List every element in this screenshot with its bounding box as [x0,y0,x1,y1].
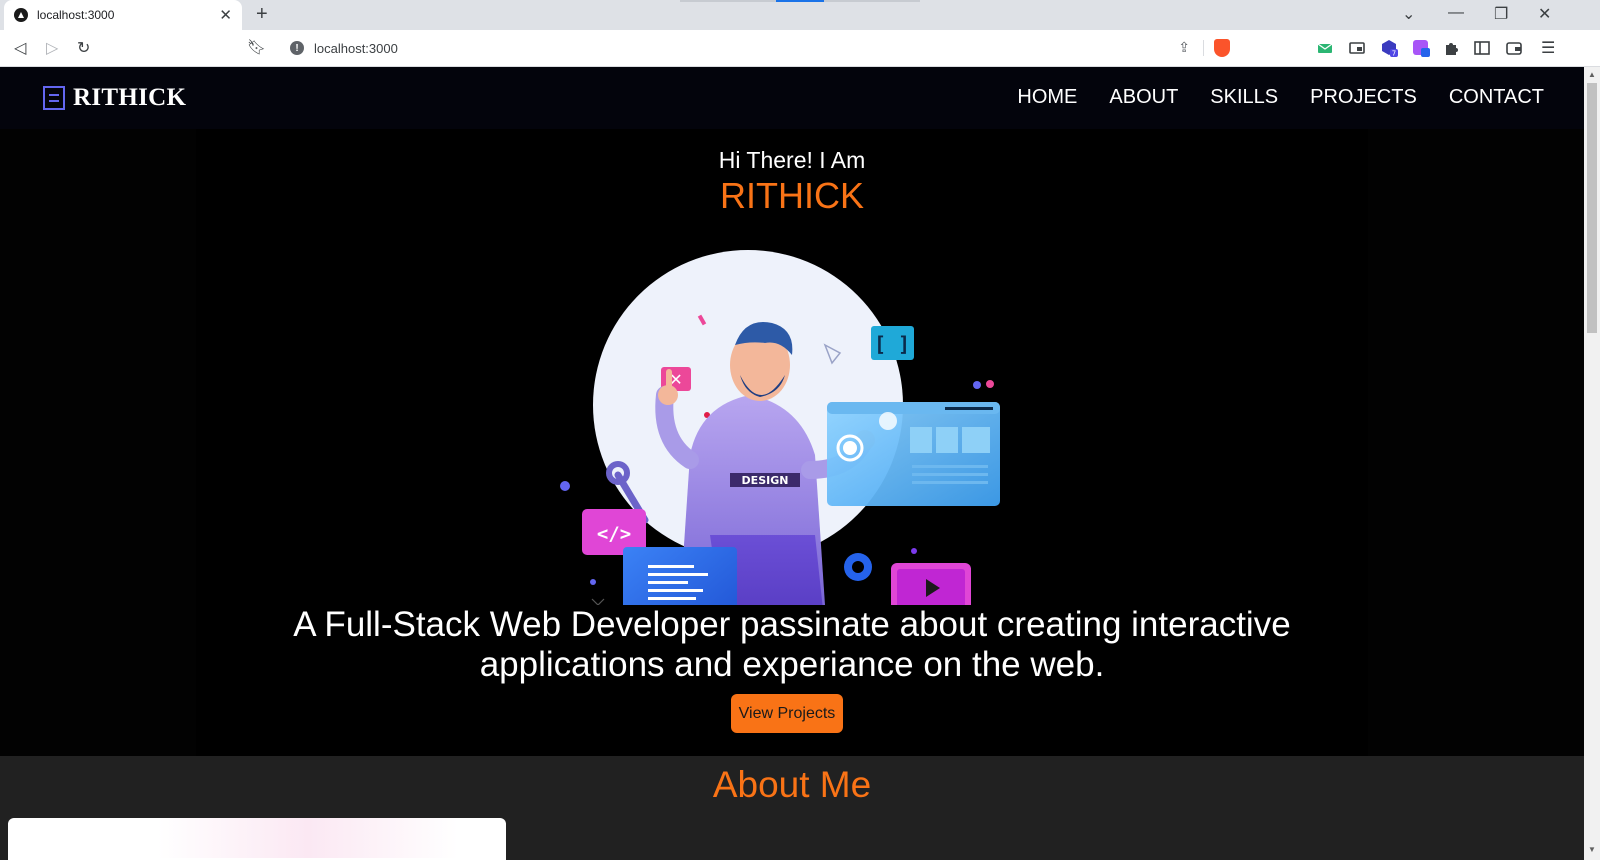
svg-text:7: 7 [1392,50,1396,58]
svg-text:</>: </> [597,523,631,545]
back-icon[interactable]: ◁ [14,38,26,58]
view-projects-button[interactable]: View Projects [731,694,843,733]
menu-icon[interactable]: ☰ [1541,38,1555,58]
close-window-icon[interactable]: ✕ [1538,4,1551,24]
minimize-icon[interactable]: — [1448,4,1464,22]
browser-toolbar: ◁ ▷ ↻ 🔖︎ ! localhost:3000 ⇪ 7 ☰ [0,30,1600,67]
extension-mail-icon[interactable] [1316,39,1334,57]
brave-shields-icon[interactable] [1214,39,1230,57]
site-header: RITHICK HOME ABOUT SKILLS PROJECTS CONTA… [0,67,1584,129]
site-favicon-icon [14,8,28,22]
bookmark-icon[interactable]: 🔖︎ [247,38,266,56]
sidebar-toggle-icon[interactable] [1473,39,1491,57]
tab-title: localhost:3000 [37,8,115,22]
design-badge: DESIGN [742,474,789,487]
extension-cube-icon[interactable]: 7 [1380,39,1398,57]
site-logo[interactable]: RITHICK [43,84,186,112]
tab-search-icon[interactable]: ⌄ [1402,4,1415,24]
forward-icon[interactable]: ▷ [46,38,58,58]
hero-greeting: Hi There! I Am [718,147,866,173]
nav-projects[interactable]: PROJECTS [1310,86,1417,109]
logo-text: RITHICK [73,84,187,111]
scrollbar-thumb[interactable] [1587,83,1597,333]
page-scrollbar[interactable]: ▲ ▼ [1584,67,1600,860]
page-viewport: RITHICK HOME ABOUT SKILLS PROJECTS CONTA… [0,67,1584,860]
tab-scroll-indicator [680,0,920,2]
hero-name: RITHICK [720,175,864,216]
site-nav: HOME ABOUT SKILLS PROJECTS CONTACT [1017,86,1544,109]
picture-in-picture-icon[interactable] [1348,39,1366,57]
new-tab-icon[interactable]: + [256,3,268,26]
tagline-line-2: applications and experiance on the web. [479,645,1105,684]
nav-skills[interactable]: SKILLS [1210,86,1278,109]
nav-home[interactable]: HOME [1017,86,1077,109]
wallet-icon[interactable] [1505,39,1523,57]
scroll-up-icon[interactable]: ▲ [1588,70,1596,79]
scroll-down-icon[interactable]: ▼ [1588,845,1596,854]
reload-icon[interactable]: ↻ [77,38,90,58]
developer-illustration: [ ] ✕ DESIGN </> [560,250,1000,605]
address-bar[interactable]: ! localhost:3000 ⇪ [280,34,1242,62]
restore-icon[interactable]: ❐ [1494,4,1508,24]
about-section: About Me [0,756,1584,860]
site-info-icon[interactable]: ! [290,41,304,55]
omnibox-divider [1203,40,1204,56]
hero-tagline: A Full-Stack Web Developer passinate abo… [0,605,1584,685]
tagline-line-1: A Full-Stack Web Developer passinate abo… [293,605,1291,644]
extension-color-icon[interactable] [1412,39,1430,57]
svg-text:[ ]: [ ] [874,332,910,356]
close-tab-icon[interactable]: ✕ [219,6,232,24]
url-text[interactable]: localhost:3000 [314,41,398,56]
extensions-puzzle-icon[interactable] [1442,39,1460,57]
about-title: About Me [712,764,872,805]
browser-tab[interactable]: localhost:3000 ✕ [4,0,242,30]
about-card [8,818,506,860]
tab-strip: localhost:3000 ✕ + ⌄ — ❐ ✕ [0,0,1600,30]
nav-about[interactable]: ABOUT [1109,86,1178,109]
nav-contact[interactable]: CONTACT [1449,86,1544,109]
share-icon[interactable]: ⇪ [1178,39,1190,56]
logo-icon [43,86,65,110]
